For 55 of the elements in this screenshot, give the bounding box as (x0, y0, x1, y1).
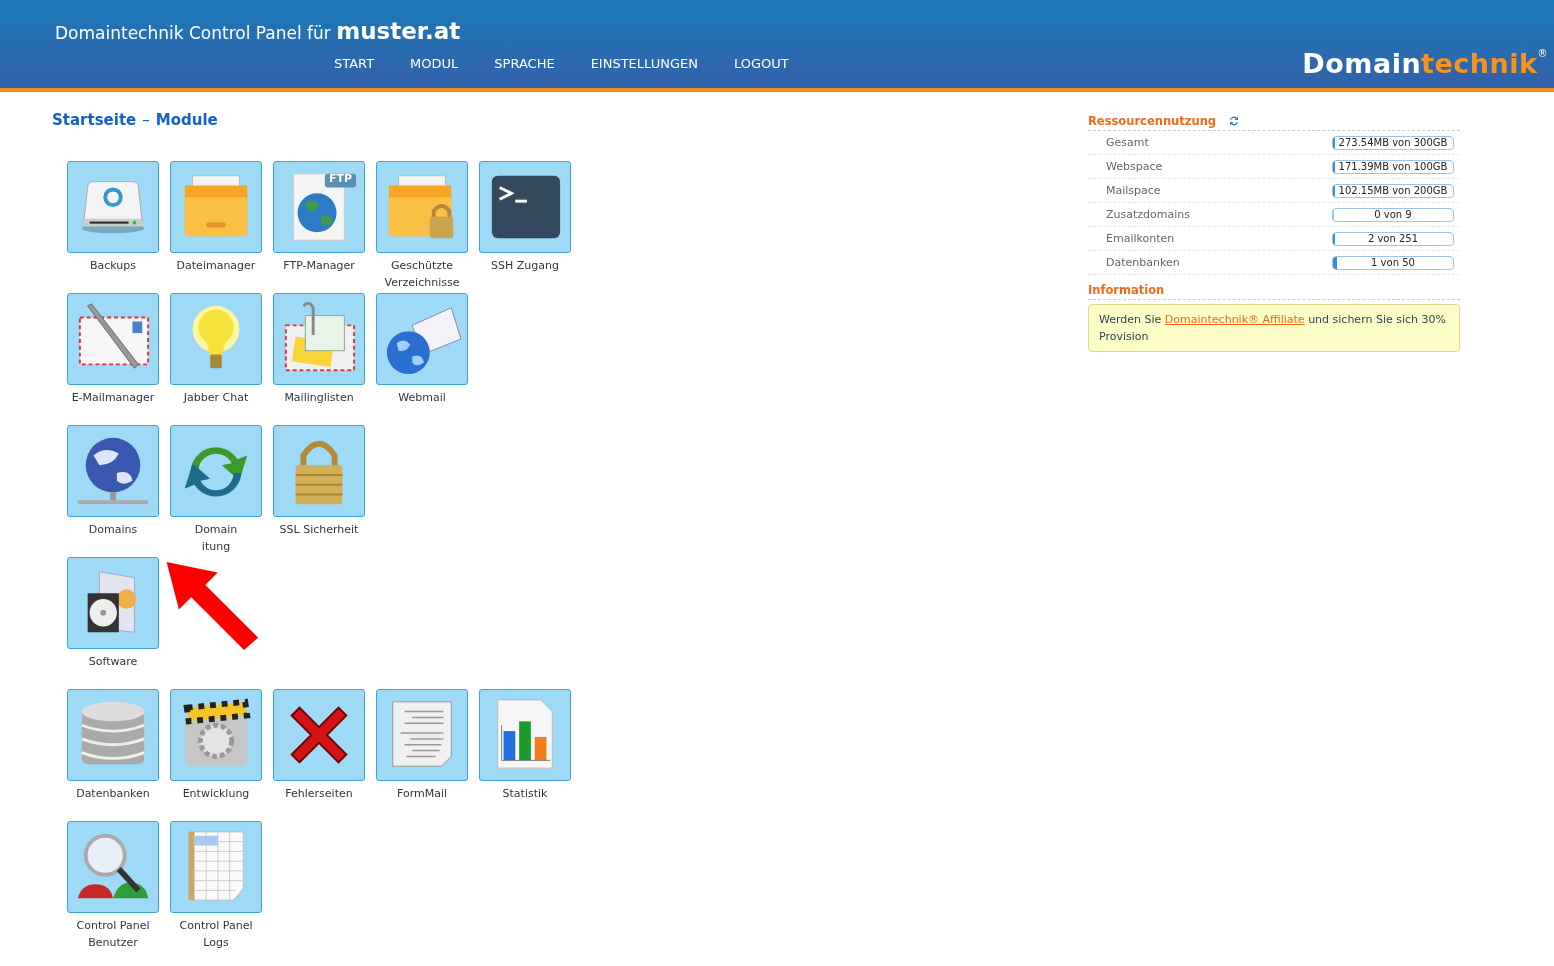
nav-link[interactable]: START (334, 56, 375, 71)
module-label[interactable]: Datenbanken (76, 785, 150, 802)
nav-link[interactable]: MODUL (410, 56, 459, 71)
module-label[interactable]: FormMail (396, 785, 448, 802)
module-label[interactable]: Backups (89, 257, 137, 274)
meter-reading: 273.54MB von 300GB (1338, 137, 1448, 148)
window-title: Domaintechnik Control Panel für muster.at (55, 23, 461, 43)
nav-link[interactable]: SPRACHE (494, 56, 555, 71)
module-button[interactable] (273, 689, 365, 781)
module-label[interactable]: Entwicklung (182, 785, 250, 802)
module-label[interactable]: Jabber Chat (183, 389, 249, 406)
resource-label: Zusatzdomains (1106, 208, 1190, 221)
section-title: Information (1088, 283, 1165, 297)
resource-label: Emailkonten (1106, 232, 1175, 245)
module-label[interactable]: Dateimanager (176, 257, 256, 274)
breadcrumb-link[interactable]: Module (155, 111, 218, 131)
nav-link[interactable]: LOGOUT (733, 56, 789, 71)
resource-label: Gesamt (1106, 136, 1149, 149)
badge-label: FTP (328, 172, 352, 185)
module-label[interactable]: FTP-Manager (283, 257, 355, 274)
info-text: Werden Sie Domaintechnik® Affiliate und sichern Sie sich 30% Provision (1099, 312, 1447, 345)
module-button[interactable] (170, 689, 262, 781)
meter-reading: 171.39MB von 100GB (1338, 161, 1448, 172)
meter-reading: 2 von 251 (1367, 233, 1419, 244)
section-title: Ressourcennutzung (1088, 114, 1217, 128)
meter-reading: 0 von 9 (1374, 209, 1412, 220)
module-label[interactable]: SSL Sicherheit (279, 521, 359, 538)
module-label[interactable]: Domain (194, 521, 238, 538)
module-label[interactable]: Webmail (398, 389, 446, 406)
module-label[interactable]: Control Panel (179, 917, 253, 934)
module-label[interactable]: Fehlerseiten (285, 785, 353, 802)
module-label[interactable]: Statistik (502, 785, 548, 802)
resource-label: Webspace (1106, 160, 1163, 173)
refresh-icon[interactable] (1228, 115, 1241, 127)
module-label[interactable]: E-Mailmanager (71, 389, 155, 406)
breadcrumb-separator: – (142, 111, 150, 131)
module-label[interactable]: Geschützte (390, 257, 454, 274)
module-label[interactable]: Control Panel (76, 917, 150, 934)
module-label[interactable]: Software (88, 653, 138, 670)
resource-label: Datenbanken (1106, 256, 1180, 269)
module-button[interactable] (479, 161, 571, 253)
module-label[interactable]: Logs (203, 934, 229, 951)
breadcrumb-link[interactable]: Startseite (52, 111, 137, 131)
meter-reading: 102.15MB von 200GB (1338, 185, 1448, 196)
module-label[interactable]: Mailinglisten (284, 389, 354, 406)
module-label[interactable]: SSH Zugang (491, 257, 559, 274)
module-button[interactable] (67, 557, 159, 649)
module-label[interactable]: Domains (88, 521, 138, 538)
resource-label: Mailspace (1106, 184, 1161, 197)
nav-link[interactable]: EINSTELLUNGEN (590, 56, 698, 71)
module-label[interactable]: Verzeichnisse (384, 274, 460, 291)
logo[interactable]: Domaintechnik$^{®}$ (1302, 48, 1548, 79)
module-label[interactable]: itung (201, 538, 231, 555)
meter-reading: 1 von 50 (1371, 257, 1415, 268)
module-label[interactable]: Benutzer (88, 934, 138, 951)
